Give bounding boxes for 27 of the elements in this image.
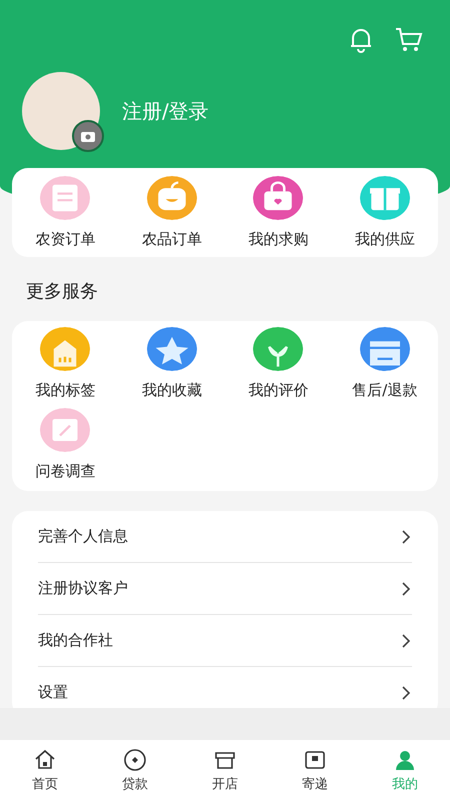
chevron-right-icon[interactable] [400,528,412,544]
menu-label[interactable]: 我的供应 [354,230,415,249]
nav-tab[interactable]: 开店 [180,740,270,800]
menu-label[interactable]: 农资订单 [35,230,96,249]
camera-icon[interactable] [72,120,104,152]
gift-icon[interactable] [360,176,410,220]
menu-item[interactable]: 设置 [38,683,68,702]
menu-label[interactable]: 我的收藏 [142,381,202,400]
card-icon[interactable] [360,327,410,371]
menu-item[interactable]: 注册协议客户 [38,579,128,598]
nav-tab[interactable]: 首页 [0,740,90,800]
menu-label[interactable]: 我的标签 [35,381,96,400]
coin-icon[interactable] [122,747,148,773]
nav-tab[interactable]: 寄递 [270,740,360,800]
menu-label[interactable]: 农品订单 [142,230,202,249]
chevron-right-icon[interactable] [400,632,412,648]
bag-icon[interactable] [253,176,304,220]
menu-label[interactable]: 我的求购 [248,230,308,249]
chevron-right-icon[interactable] [400,580,412,596]
menu-item[interactable]: 我的合作社 [38,631,113,650]
menu-label[interactable]: 问卷调查 [35,462,96,481]
nav-tab[interactable]: 贷款 [90,740,180,800]
menu-item[interactable]: 完善个人信息 [38,527,128,546]
menu-label[interactable]: 我的评价 [248,381,308,400]
chevron-right-icon[interactable] [400,684,412,700]
section-title: 更多服务 [25,280,99,304]
menu-label[interactable]: 售后/退款 [352,381,418,400]
